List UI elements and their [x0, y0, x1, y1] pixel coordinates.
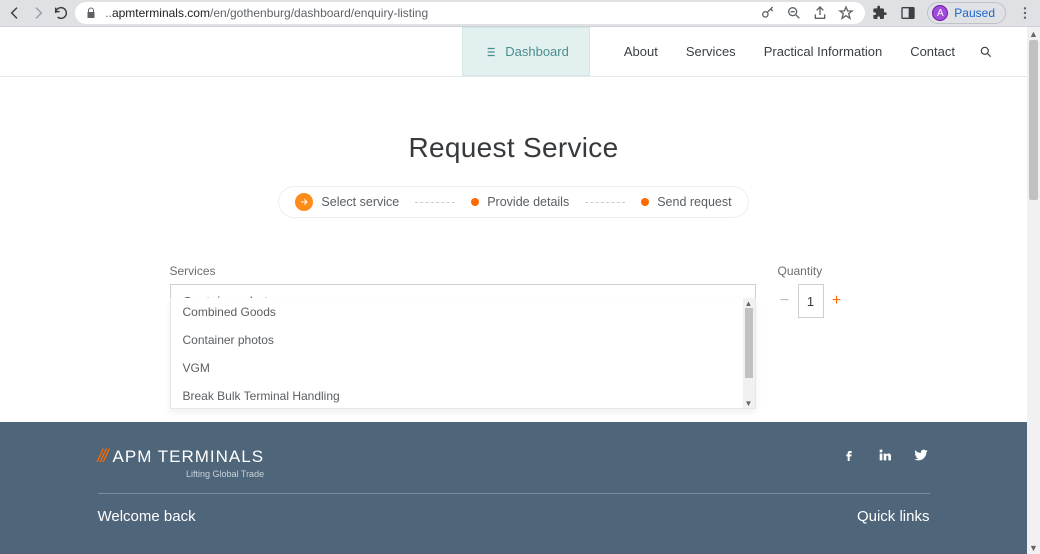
scroll-thumb[interactable] [745, 308, 753, 378]
services-label: Services [170, 264, 756, 278]
kebab-menu-icon[interactable] [1016, 4, 1034, 22]
nav-about[interactable]: About [610, 27, 672, 76]
zoom-icon[interactable] [785, 4, 803, 22]
step-separator [415, 202, 455, 203]
scroll-down-icon[interactable]: ▼ [745, 398, 753, 408]
nav-practical-information[interactable]: Practical Information [750, 27, 897, 76]
step-label: Provide details [487, 195, 569, 209]
forward-button[interactable] [29, 3, 46, 23]
quantity-decrease-button[interactable]: − [778, 293, 792, 309]
dropdown-option-combined-goods[interactable]: Combined Goods [171, 298, 743, 326]
footer-quick-links[interactable]: Quick links [857, 508, 930, 525]
step-dot-icon [641, 198, 649, 206]
url-text: ..apmterminals.com/en/gothenburg/dashboa… [105, 6, 751, 20]
tab-dashboard-label: Dashboard [505, 44, 569, 59]
share-icon[interactable] [811, 4, 829, 22]
lock-icon [85, 7, 97, 19]
services-dropdown: Combined Goods Container photos VGM Brea… [170, 298, 756, 409]
address-bar[interactable]: ..apmterminals.com/en/gothenburg/dashboa… [75, 2, 865, 24]
linkedin-icon[interactable] [876, 446, 894, 464]
dropdown-option-break-bulk-terminal-handling[interactable]: Break Bulk Terminal Handling [171, 382, 743, 408]
brand-tagline: Lifting Global Trade [186, 469, 264, 479]
browser-toolbar: ..apmterminals.com/en/gothenburg/dashboa… [0, 0, 1040, 27]
back-button[interactable] [6, 3, 23, 23]
step-label: Send request [657, 195, 731, 209]
logo-slashes-icon: /// [98, 446, 107, 467]
main-content: Request Service Select service Provide d… [0, 77, 1027, 318]
nav-contact[interactable]: Contact [896, 27, 969, 76]
arrow-right-icon [295, 193, 313, 211]
scroll-up-icon[interactable]: ▲ [1027, 27, 1040, 40]
panel-icon[interactable] [899, 4, 917, 22]
tab-dashboard[interactable]: Dashboard [462, 27, 590, 76]
page-title: Request Service [0, 132, 1027, 164]
dropdown-option-vgm[interactable]: VGM [171, 354, 743, 382]
extensions-icon[interactable] [871, 4, 889, 22]
step-provide-details: Provide details [471, 195, 569, 209]
footer-brand: /// APM TERMINALS Lifting Global Trade [98, 446, 265, 479]
step-select-service: Select service [295, 193, 399, 211]
list-icon [483, 45, 497, 59]
step-send-request: Send request [641, 195, 731, 209]
reload-button[interactable] [52, 3, 69, 23]
step-separator [585, 202, 625, 203]
step-label: Select service [321, 195, 399, 209]
progress-stepper: Select service Provide details Send requ… [278, 186, 748, 218]
twitter-icon[interactable] [912, 446, 930, 464]
quantity-input[interactable] [798, 284, 824, 318]
site-search-button[interactable] [969, 27, 1003, 76]
step-dot-icon [471, 198, 479, 206]
site-header: Dashboard About Services Practical Infor… [0, 27, 1027, 77]
nav-services[interactable]: Services [672, 27, 750, 76]
site-footer: /// APM TERMINALS Lifting Global Trade W… [0, 422, 1027, 554]
search-icon [979, 45, 993, 59]
brand-name: APM TERMINALS [113, 447, 265, 467]
scroll-down-icon[interactable]: ▼ [1027, 541, 1040, 554]
key-icon[interactable] [759, 4, 777, 22]
avatar: A [932, 5, 948, 21]
scroll-thumb[interactable] [1029, 40, 1038, 200]
bookmark-star-icon[interactable] [837, 4, 855, 22]
facebook-icon[interactable] [840, 446, 858, 464]
page-scrollbar[interactable]: ▲ ▼ [1027, 27, 1040, 554]
profile-status: Paused [954, 6, 995, 20]
profile-chip[interactable]: A Paused [927, 2, 1006, 24]
dropdown-scrollbar[interactable]: ▲ ▼ [743, 298, 755, 408]
quantity-label: Quantity [778, 264, 858, 278]
quantity-increase-button[interactable]: + [830, 293, 844, 309]
dropdown-option-container-photos[interactable]: Container photos [171, 326, 743, 354]
scroll-up-icon[interactable]: ▲ [745, 298, 753, 308]
footer-welcome: Welcome back [98, 508, 196, 525]
